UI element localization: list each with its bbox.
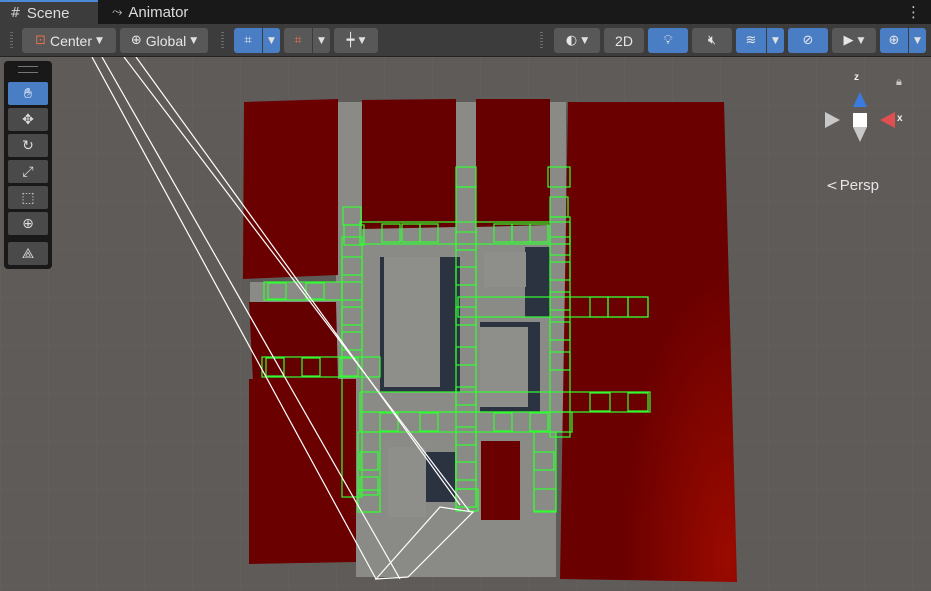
- move-tool-button[interactable]: ✥: [8, 108, 48, 131]
- audio-mute-icon: 🔇︎: [707, 33, 717, 48]
- effects-toggle-button[interactable]: ≋: [736, 28, 766, 53]
- grid-snap-dropdown[interactable]: ▼: [263, 28, 280, 53]
- hand-tool-button[interactable]: ✋︎: [8, 82, 48, 105]
- handle-rotation-label: Global: [145, 32, 187, 49]
- handle-rotation-dropdown[interactable]: ⊕ Global ▼: [120, 28, 208, 53]
- toolbar-grip[interactable]: [10, 32, 13, 49]
- ruler-icon: ┿: [346, 33, 355, 48]
- toolbar-grip[interactable]: [540, 32, 543, 49]
- layers-icon: ≋: [745, 33, 757, 48]
- camera-icon: ▶: [843, 33, 854, 48]
- toggle-2d-label: 2D: [615, 32, 633, 49]
- scale-tool-button[interactable]: ⤢: [8, 160, 48, 183]
- effects-dropdown[interactable]: ▼: [767, 28, 784, 53]
- rect-icon: ⬚: [21, 189, 35, 206]
- grid-snap-button[interactable]: ⌗: [234, 28, 262, 53]
- custom-tool-icon: ⟁: [21, 245, 35, 262]
- perspective-icon: <: [826, 178, 838, 194]
- snap-magnet-icon: ⌗: [294, 33, 302, 48]
- scene-viewport[interactable]: z x 🔒︎: [0, 57, 931, 591]
- gizmo-axis-z-label: z: [854, 72, 859, 83]
- tab-scene[interactable]: # Scene: [0, 0, 98, 24]
- tools-overlay: ✋︎ ✥ ↻ ⤢ ⬚ ⊕ ⟁: [4, 61, 52, 269]
- grid-visibility-dropdown[interactable]: ┿ ▼: [334, 28, 378, 53]
- hand-icon: ✋︎: [24, 85, 32, 102]
- tab-scene-label: Scene: [26, 4, 70, 22]
- overlay-drag-handle[interactable]: [18, 66, 38, 73]
- more-options-icon[interactable]: ⋮: [906, 3, 921, 21]
- move-icon: ✥: [22, 111, 34, 128]
- globe-icon: ⊕: [130, 33, 142, 48]
- chevron-down-icon: ▼: [857, 35, 865, 46]
- toggle-2d-button[interactable]: 2D: [604, 28, 644, 53]
- scene-render: [0, 57, 931, 591]
- neg-x-axis-cone: [825, 112, 840, 128]
- scene-toolbar: ⊡ Center ▼ ⊕ Global ▼ ⌗ ▼ ⌗ ▼ ┿ ▼ ◐ ▼ 2D…: [0, 24, 931, 57]
- increment-snap-dropdown[interactable]: ▼: [313, 28, 330, 53]
- gizmos-dropdown[interactable]: ▼: [909, 28, 926, 53]
- eye-hidden-icon: ⊘: [802, 33, 814, 48]
- lock-icon[interactable]: 🔒︎: [896, 75, 902, 89]
- gizmo-axis-x-label: x: [897, 113, 903, 124]
- tab-animator-label: Animator: [128, 3, 189, 21]
- chevron-down-icon: ▼: [358, 35, 366, 46]
- projection-toggle[interactable]: < Persp: [826, 177, 879, 194]
- center-cube: [853, 113, 867, 127]
- lighting-toggle-button[interactable]: 💡︎: [648, 28, 688, 53]
- increment-snap-button[interactable]: ⌗: [284, 28, 312, 53]
- grid-snap-icon: ⌗: [244, 33, 252, 48]
- chevron-down-icon: ▼: [96, 35, 103, 46]
- z-axis-cone: [853, 92, 867, 107]
- audio-toggle-button[interactable]: 🔇︎: [692, 28, 732, 53]
- pivot-icon: ⊡: [35, 33, 46, 48]
- rotate-icon: ↻: [22, 137, 34, 154]
- grid-icon: #: [10, 5, 21, 21]
- scene-visibility-button[interactable]: ⊘: [788, 28, 828, 53]
- pivot-mode-dropdown[interactable]: ⊡ Center ▼: [22, 28, 116, 53]
- tab-animator[interactable]: ⤳ Animator: [102, 0, 212, 24]
- gizmos-toggle-button[interactable]: ⊕: [880, 28, 908, 53]
- scale-icon: ⤢: [22, 163, 34, 180]
- gizmo-icon: ⊕: [888, 33, 900, 48]
- lightbulb-icon: 💡︎: [663, 33, 673, 48]
- custom-tool-button[interactable]: ⟁: [8, 242, 48, 265]
- transform-tool-button[interactable]: ⊕: [8, 212, 48, 235]
- rect-tool-button[interactable]: ⬚: [8, 186, 48, 209]
- chevron-down-icon: ▼: [190, 35, 198, 46]
- chevron-down-icon: ▼: [581, 35, 589, 46]
- shading-sphere-icon: ◐: [565, 33, 578, 48]
- x-axis-cone: [880, 112, 895, 128]
- animator-icon: ⤳: [112, 4, 123, 20]
- camera-settings-dropdown[interactable]: ▶ ▼: [832, 28, 876, 53]
- rotate-tool-button[interactable]: ↻: [8, 134, 48, 157]
- orientation-gizmo[interactable]: [815, 72, 905, 182]
- neg-z-axis-cone: [853, 127, 867, 142]
- toolbar-grip[interactable]: [221, 32, 224, 49]
- transform-icon: ⊕: [22, 215, 34, 232]
- draw-mode-dropdown[interactable]: ◐ ▼: [554, 28, 600, 53]
- projection-label: Persp: [839, 177, 879, 194]
- tab-bar: # Scene ⤳ Animator ⋮: [0, 0, 931, 24]
- pivot-mode-label: Center: [49, 32, 92, 49]
